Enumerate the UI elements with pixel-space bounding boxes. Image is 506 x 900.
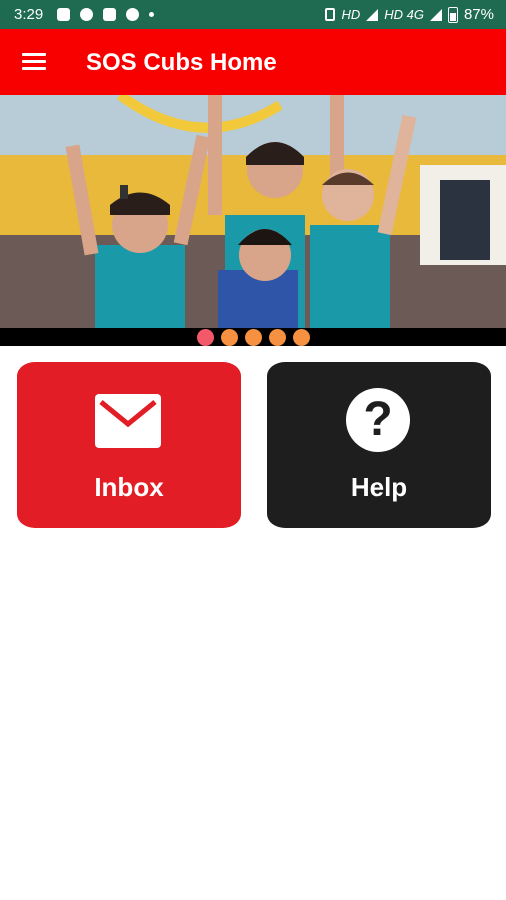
vibrate-icon xyxy=(325,8,336,21)
inbox-label: Inbox xyxy=(94,472,164,502)
children-photo-illustration xyxy=(0,95,506,328)
hamburger-menu-icon[interactable] xyxy=(22,53,46,71)
app-bar: SOS Cubs Home xyxy=(0,29,506,95)
network-label-2: HD 4G xyxy=(384,7,424,22)
signal-icon-2 xyxy=(429,8,442,21)
battery-percent: 87% xyxy=(463,6,494,23)
facebook-notification-icon xyxy=(103,8,117,21)
status-time: 3:29 xyxy=(14,6,44,23)
app-notification-icon xyxy=(80,8,94,21)
page-title: SOS Cubs Home xyxy=(86,49,277,76)
network-label-1: HD xyxy=(341,7,361,22)
pager-dot[interactable] xyxy=(292,328,310,346)
pager-dot[interactable] xyxy=(244,328,262,346)
app-notification-icon-2 xyxy=(126,8,140,21)
envelope-icon xyxy=(95,394,161,448)
pager-dot[interactable] xyxy=(196,328,214,346)
more-notifications-icon xyxy=(149,12,155,17)
status-bar: 3:29 HD HD 4G 87% xyxy=(0,0,506,29)
system-indicators: HD HD 4G 87% xyxy=(325,6,494,23)
battery-icon xyxy=(447,6,458,23)
message-notification-icon xyxy=(57,8,71,21)
help-label: Help xyxy=(350,472,408,502)
pager-dot[interactable] xyxy=(268,328,286,346)
question-mark-icon: ? xyxy=(346,388,410,452)
pager-dot[interactable] xyxy=(220,328,238,346)
help-button[interactable]: ? Help xyxy=(267,362,491,528)
inbox-button[interactable]: Inbox xyxy=(17,362,241,528)
banner-image[interactable] xyxy=(0,95,506,328)
signal-icon xyxy=(366,8,379,21)
banner-pager xyxy=(0,328,506,346)
notification-icons xyxy=(57,8,155,21)
